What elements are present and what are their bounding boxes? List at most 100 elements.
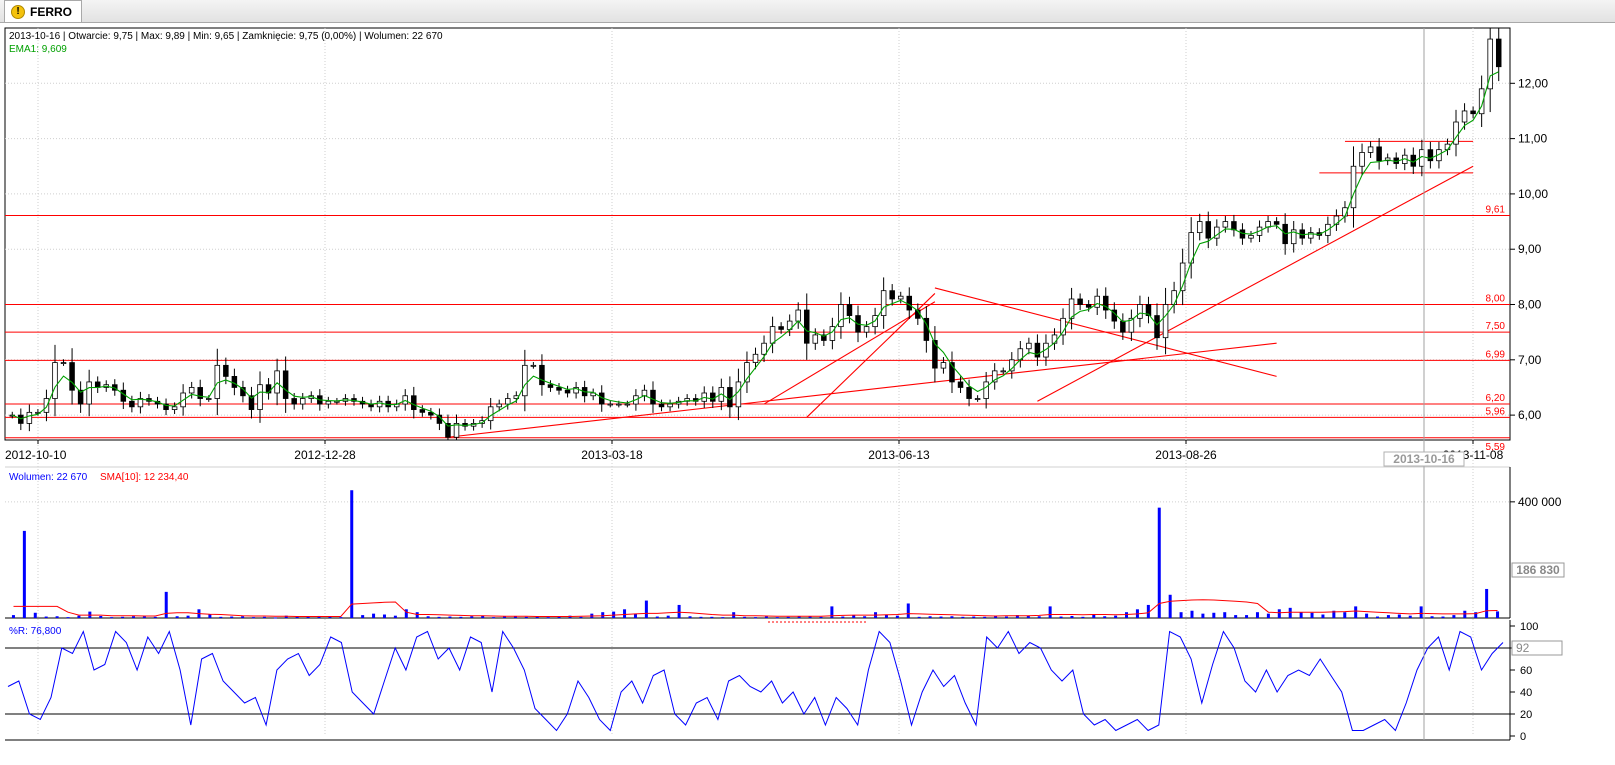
candle-body [616,403,622,406]
date-tick-label: 2012-10-10 [5,448,67,462]
volume-cursor-box: 186 830 [1511,562,1565,578]
candle-body [1051,334,1058,344]
volume-bar [1168,594,1172,618]
volume-bar [1190,610,1194,618]
tab-ferro[interactable]: ! FERRO [4,0,82,22]
candle-body [778,326,784,330]
candle-body [94,381,101,388]
candle-body [897,295,904,300]
tab-bar: ! FERRO [0,0,1615,23]
volume-bar [230,616,234,618]
candle-body [52,362,58,399]
candle-body [1094,295,1100,308]
candle-body [812,334,819,344]
volume-bar [841,616,845,618]
candle-body [1495,38,1502,68]
volume-tick-label: 400 000 [1518,495,1562,509]
volume-bar [1321,614,1325,618]
volume-bar [1288,607,1292,618]
volume-bar [1441,616,1445,618]
volume-bar [262,616,266,618]
level-label: 5,96 [1486,406,1506,417]
wr-y-axis: 020406080100 [1510,621,1538,743]
candle-body [60,362,67,364]
volume-bar [1212,612,1216,618]
candle-body [710,392,716,402]
candle-body [171,406,178,410]
candle-body [223,364,229,377]
price-tick-label: 6,00 [1518,408,1542,422]
candle-body [1120,320,1126,333]
price-tick-label: 9,00 [1518,242,1542,256]
volume-bar [1266,613,1270,618]
volume-bar [459,616,463,618]
volume-bar [66,617,70,619]
volume-bar [426,616,430,618]
ema-legend: EMA1: 9,609 [9,44,67,55]
candle-body [889,290,895,300]
volume-bar [1397,614,1401,618]
volume-bar [961,616,965,618]
candle-body [231,376,238,388]
price-tick-label: 10,00 [1518,187,1548,201]
candle-body [880,290,887,316]
volume-bar [273,617,277,619]
volume-bar [1365,613,1369,618]
candle-body [1026,342,1032,350]
level-label: 6,99 [1486,349,1506,360]
candle-body [1367,146,1374,153]
volume-bar [1496,611,1500,618]
candle-body [974,398,981,400]
candle-body [1205,221,1212,239]
volume-bar [1419,606,1423,618]
volume-bar [1354,606,1358,618]
volume-bar [339,617,343,619]
volume-bar [579,616,583,618]
volume-bar [655,616,659,618]
cursor-date-box: 2013-10-16 [1383,451,1465,467]
volume-bar [55,616,59,618]
candle-body [564,389,571,394]
candle-body [624,403,631,406]
volume-bar [688,616,692,618]
candle-body [206,398,212,400]
candle-body [411,395,417,410]
volume-bar [633,613,637,618]
volume-bar [743,616,747,618]
wr-cursor-value: 92 [1516,641,1530,655]
candle-body [43,398,50,413]
volume-bar [775,617,779,619]
volume-bar [1234,615,1238,618]
volume-bar [448,616,452,618]
candle-body [1273,221,1280,225]
volume-bar [219,616,223,618]
volume-bar [1059,616,1063,618]
wr-line [7,630,1504,732]
cursor-date: 2013-10-16 [1393,452,1455,466]
volume-bar [44,616,48,618]
wr-tick-label: 20 [1520,709,1532,721]
candle-body [957,381,964,388]
volume-bar [1223,612,1227,618]
chart-area[interactable]: 9,618,007,506,996,205,965,59 6,007,008,0… [0,22,1615,765]
price-tick-label: 12,00 [1518,76,1548,90]
volume-bar [1201,613,1205,618]
volume-bar [437,616,441,618]
volume-bar [1430,616,1434,618]
candle-body [1034,342,1041,358]
volume-cursor-value: 186 830 [1516,563,1560,577]
ohlc-info: 2013-10-16 | Otwarcie: 9,75 | Max: 9,89 … [9,31,443,42]
candle-body [983,381,989,399]
candle-body [188,387,195,394]
candle-body [1248,234,1254,239]
volume-bar [470,616,474,618]
volume-bar [306,616,310,618]
sma-legend: SMA[10]: 12 234,40 [100,472,189,483]
volume-bar [1103,616,1107,618]
volume-bar [972,616,976,618]
volume-bar [939,616,943,618]
candle-body [547,384,554,388]
volume-legend: Wolumen: 22 670 [9,472,88,483]
level-label: 9,61 [1486,204,1506,215]
volume-bar [110,617,114,619]
